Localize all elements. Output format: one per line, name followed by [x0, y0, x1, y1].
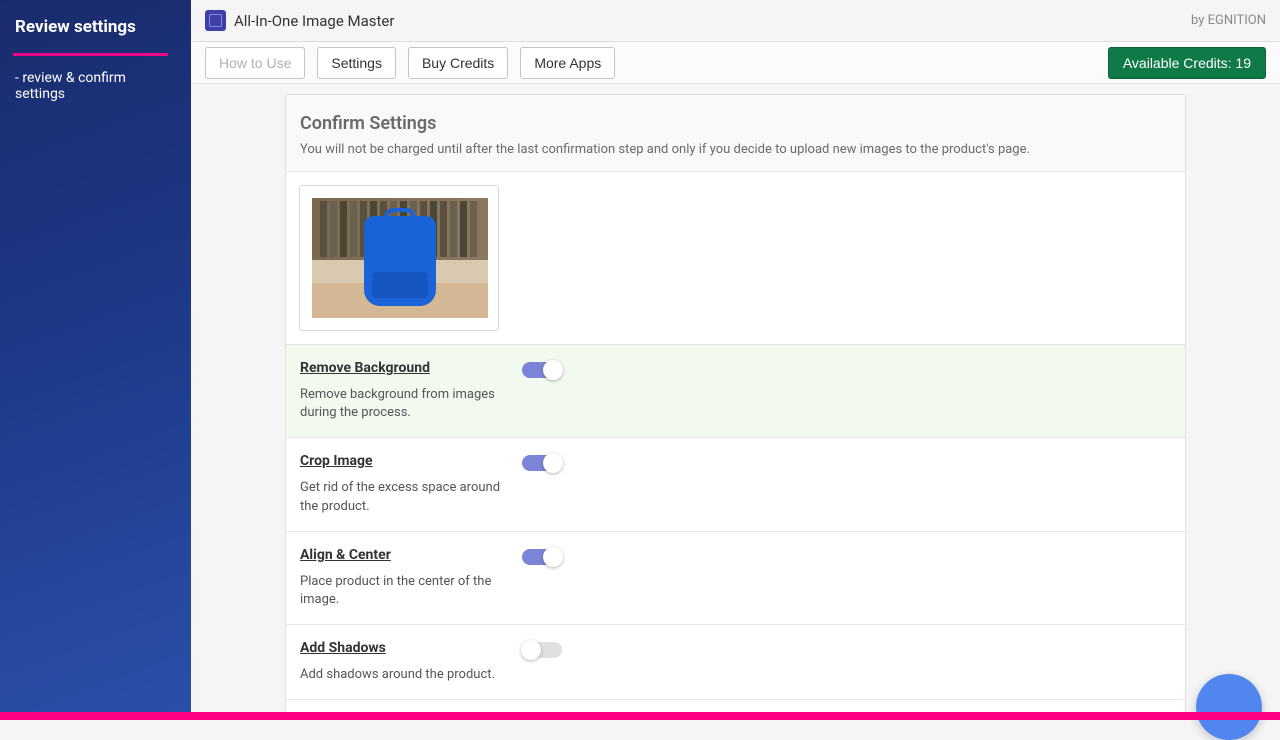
panel-title: Confirm Settings — [300, 113, 1171, 134]
setting-row-align-center: Align & Center Place product in the cente… — [286, 531, 1185, 624]
panel-subtitle: You will not be charged until after the … — [300, 142, 1171, 157]
toggle[interactable] — [522, 455, 562, 471]
toggle[interactable] — [522, 362, 562, 378]
vendor-label: by EGNITION — [1191, 13, 1266, 28]
topbar: All-In-One Image Master by EGNITION — [191, 0, 1280, 42]
setting-row-image-canvas: Image CanvasAdjust canvas to fit a speci… — [286, 699, 1185, 712]
setting-desc: Add shadows around the product. — [300, 666, 510, 684]
product-preview-image — [312, 198, 488, 318]
app-logo-icon — [205, 10, 226, 31]
confirm-settings-panel: Confirm Settings You will not be charged… — [285, 94, 1186, 712]
preview-card[interactable] — [299, 185, 499, 331]
setting-title[interactable]: Remove Background — [300, 360, 510, 376]
vendor-link[interactable]: EGNITION — [1208, 13, 1266, 28]
panel-header: Confirm Settings You will not be charged… — [286, 95, 1185, 172]
more-apps-button[interactable]: More Apps — [520, 47, 615, 79]
settings-button[interactable]: Settings — [317, 47, 396, 79]
toolbar: How to Use Settings Buy Credits More App… — [191, 42, 1280, 84]
setting-row-remove-background: Remove Background Remove background from … — [286, 344, 1185, 437]
setting-desc: Get rid of the excess space around the p… — [300, 479, 510, 515]
bottom-accent-bar — [0, 712, 1280, 720]
setting-desc: Remove background from images during the… — [300, 386, 510, 422]
toggle[interactable] — [522, 549, 562, 565]
how-to-use-button[interactable]: How to Use — [205, 47, 305, 79]
buy-credits-button[interactable]: Buy Credits — [408, 47, 508, 79]
sidebar-item-review[interactable]: - review & confirm settings — [0, 56, 191, 116]
setting-desc: Place product in the center of the image… — [300, 573, 510, 609]
help-button[interactable] — [1196, 674, 1262, 740]
sidebar-title: Review settings — [0, 0, 191, 53]
main-content: Confirm Settings You will not be charged… — [191, 84, 1280, 712]
setting-title[interactable]: Add Shadows — [300, 640, 510, 656]
preview-area — [286, 172, 1185, 344]
setting-title[interactable]: Align & Center — [300, 547, 510, 563]
setting-title[interactable]: Crop Image — [300, 453, 510, 469]
available-credits-button[interactable]: Available Credits: 19 — [1108, 47, 1266, 79]
toggle[interactable] — [522, 642, 562, 658]
sidebar: Review settings - review & confirm setti… — [0, 0, 191, 712]
app-title: All-In-One Image Master — [234, 12, 394, 30]
setting-row-crop-image: Crop Image Get rid of the excess space ar… — [286, 437, 1185, 530]
setting-row-add-shadows: Add Shadows Add shadows around the produc… — [286, 624, 1185, 699]
